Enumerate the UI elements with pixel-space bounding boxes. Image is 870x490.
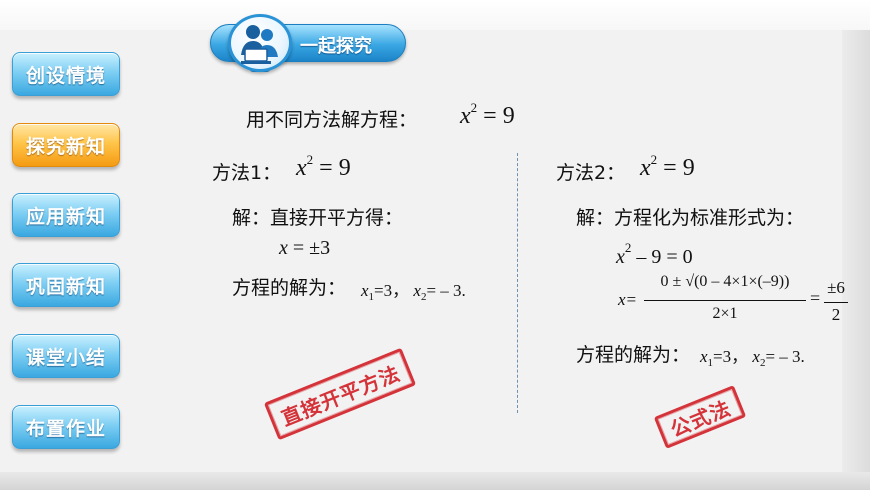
nav-button-create-situation[interactable]: 创设情境 bbox=[12, 52, 120, 96]
method2-x1-val: =3， bbox=[713, 347, 749, 366]
nav-button-homework[interactable]: 布置作业 bbox=[12, 405, 120, 449]
method2-eq-exp: 2 bbox=[650, 152, 658, 167]
problem-exp: 2 bbox=[470, 100, 478, 115]
method1-solution-label: 方程的解为： bbox=[232, 277, 347, 299]
method2-std-var: x bbox=[616, 246, 625, 268]
top-band bbox=[0, 0, 870, 30]
header-icon-circle bbox=[228, 14, 292, 72]
problem-equation: x2 = 9 bbox=[460, 100, 515, 130]
method2-x2-val: = – 3. bbox=[765, 347, 805, 366]
method2-result-numerator: ±6 bbox=[827, 278, 845, 297]
method2-eq-var: x bbox=[640, 155, 651, 181]
method2-solution: x1=3， x2= – 3. bbox=[700, 347, 805, 369]
nav-button-summary[interactable]: 课堂小结 bbox=[12, 334, 120, 378]
method2-result-denominator: 2 bbox=[831, 305, 841, 324]
method1-step-equation: x = ±3 bbox=[279, 237, 330, 260]
method1-eq-rhs: = 9 bbox=[319, 155, 351, 181]
people-computer-icon bbox=[241, 25, 278, 64]
method1-step-rhs: = ±3 bbox=[287, 237, 331, 259]
problem-var: x bbox=[460, 103, 471, 129]
method1-equation: x2 = 9 bbox=[296, 152, 351, 182]
method2-equals: = bbox=[810, 288, 821, 308]
method2-std-rhs: – 9 = 0 bbox=[636, 246, 693, 268]
nav-button-explore-new[interactable]: 探究新知 bbox=[12, 123, 120, 167]
method2-result-fraction-bar bbox=[824, 302, 848, 303]
stamp-direct-square-root: 直接开平方法 bbox=[263, 347, 417, 441]
bottom-band bbox=[0, 472, 870, 490]
problem-rhs: = 9 bbox=[483, 103, 515, 129]
method2-step-label: 解：方程化为标准形式为： bbox=[576, 207, 805, 229]
section-title: 一起探究 bbox=[300, 36, 372, 57]
method2-denominator: 2×1 bbox=[712, 305, 738, 322]
method2-formula-lhs: x= bbox=[618, 290, 638, 309]
method2-standard-form: x2 – 9 = 0 bbox=[616, 240, 693, 269]
method2-equation: x2 = 9 bbox=[640, 152, 695, 182]
method1-label: 方法1： bbox=[212, 162, 282, 184]
stamp-formula-method: 公式法 bbox=[653, 385, 747, 449]
method2-numerator: 0 ± √(0 – 4×1×(–9)) bbox=[660, 273, 790, 290]
method2-fraction-bar bbox=[644, 300, 806, 301]
method2-std-exp: 2 bbox=[624, 240, 632, 255]
method1-eq-var: x bbox=[296, 155, 307, 181]
method1-x2-val: = – 3. bbox=[426, 281, 466, 300]
method1-x1-val: =3， bbox=[374, 281, 410, 300]
method1-eq-exp: 2 bbox=[306, 152, 314, 167]
problem-prefix: 用不同方法解方程： bbox=[246, 109, 418, 131]
method2-eq-rhs: = 9 bbox=[663, 155, 695, 181]
nav-button-consolidate[interactable]: 巩固新知 bbox=[12, 263, 120, 307]
right-strip bbox=[842, 30, 870, 472]
nav-button-apply-new[interactable]: 应用新知 bbox=[12, 193, 120, 237]
method1-step-var: x bbox=[279, 237, 288, 259]
method2-solution-label: 方程的解为： bbox=[576, 344, 691, 366]
method1-solution: x1=3， x2= – 3. bbox=[361, 281, 466, 303]
method2-label: 方法2： bbox=[556, 162, 626, 184]
method-divider bbox=[517, 153, 518, 413]
method1-step-label: 解：直接开平方得： bbox=[232, 207, 404, 229]
